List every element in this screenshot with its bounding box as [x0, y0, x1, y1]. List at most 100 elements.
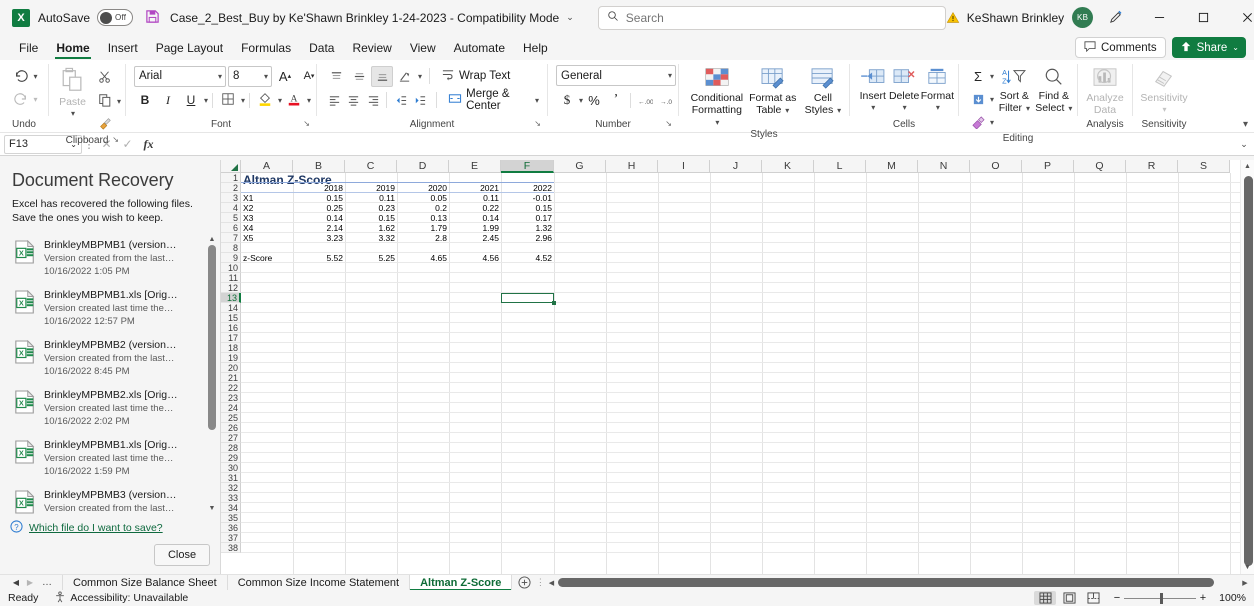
cell-e3[interactable]: 0.11: [449, 193, 501, 203]
undo-chevron-down-icon[interactable]: ▾: [33, 72, 37, 81]
cell-styles-button[interactable]: Cell Styles ▾: [801, 65, 845, 117]
clear-icon[interactable]: [967, 112, 989, 133]
recovery-scroll-thumb[interactable]: [208, 245, 216, 430]
zoom-knob[interactable]: [1160, 593, 1163, 604]
zoom-track[interactable]: [1124, 598, 1196, 599]
increase-decimal-icon[interactable]: ←.00: [634, 90, 656, 111]
cell-area[interactable]: Altman Z-Score20182019202020212022X10.15…: [241, 173, 1254, 574]
ribbon-tab-file[interactable]: File: [10, 38, 47, 60]
cell-e4[interactable]: 0.22: [449, 203, 501, 213]
font-name-combo[interactable]: Arial▾: [134, 66, 226, 87]
column-header-r[interactable]: R: [1126, 160, 1178, 173]
cell-b5[interactable]: 0.14: [293, 213, 345, 223]
cf-chevron-down-icon[interactable]: ▾: [715, 118, 719, 127]
cell-c4[interactable]: 0.23: [345, 203, 397, 213]
ribbon-tab-view[interactable]: View: [401, 38, 445, 60]
copy-button[interactable]: [94, 91, 116, 112]
font-dialog-launcher-icon[interactable]: ↘: [303, 119, 310, 128]
percent-icon[interactable]: %: [583, 90, 605, 111]
ribbon-tab-help[interactable]: Help: [514, 38, 557, 60]
row-header-21[interactable]: 21: [221, 373, 241, 383]
insert-cells-button[interactable]: Insert ▾: [858, 65, 888, 114]
font-color-chevron-down-icon[interactable]: ▾: [307, 96, 311, 105]
cell-a3[interactable]: X1: [241, 193, 293, 203]
find-chevron-down-icon[interactable]: ▾: [1068, 104, 1072, 113]
undo-icon[interactable]: [10, 66, 32, 87]
cell-a9[interactable]: z-Score: [241, 253, 293, 263]
cell-c6[interactable]: 1.62: [345, 223, 397, 233]
warning-icon[interactable]: [946, 11, 960, 24]
normal-view-icon[interactable]: [1034, 591, 1056, 605]
scroll-down-icon[interactable]: ▼: [1241, 561, 1254, 574]
recovery-file-item[interactable]: XBrinkleyMBPMB1.xls [Orig…Version create…: [0, 283, 206, 333]
clipboard-dialog-launcher-icon[interactable]: ↘: [112, 135, 119, 144]
select-all-icon[interactable]: [221, 160, 241, 173]
cell-c5[interactable]: 0.15: [345, 213, 397, 223]
insert-chevron-down-icon[interactable]: ▾: [871, 102, 875, 114]
help-icon[interactable]: ?: [10, 520, 23, 536]
ribbon-tab-automate[interactable]: Automate: [445, 38, 514, 60]
row-header-32[interactable]: 32: [221, 483, 241, 493]
share-button[interactable]: Share ⌄: [1172, 37, 1246, 58]
underline-button[interactable]: U: [180, 90, 202, 111]
sheet-nav-more-icon[interactable]: …: [38, 577, 57, 588]
font-color-button[interactable]: A: [283, 90, 305, 111]
cell-c9[interactable]: 5.25: [345, 253, 397, 263]
merge-chevron-down-icon[interactable]: ▾: [535, 96, 539, 105]
row-header-38[interactable]: 38: [221, 543, 241, 553]
column-header-l[interactable]: L: [814, 160, 866, 173]
scroll-up-icon[interactable]: ▲: [1241, 160, 1254, 173]
column-header-b[interactable]: B: [293, 160, 345, 173]
ribbon-tab-formulas[interactable]: Formulas: [232, 38, 300, 60]
sheet-tab-common-size-balance-sheet[interactable]: Common Size Balance Sheet: [62, 575, 227, 591]
row-header-30[interactable]: 30: [221, 463, 241, 473]
zoom-in-button[interactable]: +: [1196, 592, 1210, 604]
row-header-4[interactable]: 4: [221, 203, 241, 213]
comma-style-icon[interactable]: ’: [605, 90, 627, 111]
autosum-icon[interactable]: Σ: [967, 66, 989, 87]
maximize-button[interactable]: [1181, 1, 1225, 34]
recovery-file-item[interactable]: XBrinkleyMPBMB2 (version…Version created…: [0, 333, 206, 383]
selected-cell-f13[interactable]: [501, 293, 554, 303]
cell-b9[interactable]: 5.52: [293, 253, 345, 263]
currency-icon[interactable]: $: [556, 90, 578, 111]
fill-down-icon[interactable]: [967, 89, 989, 110]
row-header-36[interactable]: 36: [221, 523, 241, 533]
align-right-icon[interactable]: [364, 90, 382, 111]
increase-font-size-icon[interactable]: A▴: [274, 66, 296, 87]
row-header-31[interactable]: 31: [221, 473, 241, 483]
cell-d3[interactable]: 0.05: [397, 193, 449, 203]
cell-e5[interactable]: 0.14: [449, 213, 501, 223]
row-header-5[interactable]: 5: [221, 213, 241, 223]
collapse-ribbon-chevron-down-icon[interactable]: ▾: [1243, 119, 1248, 130]
ribbon-tab-page-layout[interactable]: Page Layout: [147, 38, 232, 60]
format-chevron-down-icon[interactable]: ▾: [936, 102, 940, 114]
conditional-formatting-button[interactable]: Conditional Formatting ▾: [689, 65, 745, 129]
recovery-file-item[interactable]: XBrinkleyMPBMB3 (version…Version created…: [0, 483, 206, 514]
format-as-table-button[interactable]: Format as Table ▾: [749, 65, 797, 117]
zoom-slider[interactable]: − +: [1110, 592, 1210, 604]
cell-b7[interactable]: 3.23: [293, 233, 345, 243]
cell-d4[interactable]: 0.2: [397, 203, 449, 213]
cell-f3[interactable]: -0.01: [501, 193, 554, 203]
cell-f4[interactable]: 0.15: [501, 203, 554, 213]
redo-icon[interactable]: [10, 89, 32, 110]
horizontal-scroll-track[interactable]: [558, 578, 1238, 587]
cell-f5[interactable]: 0.17: [501, 213, 554, 223]
ft-chevron-down-icon[interactable]: ▾: [785, 106, 789, 115]
row-header-11[interactable]: 11: [221, 273, 241, 283]
recovery-scroll-track[interactable]: [208, 245, 216, 502]
decrease-indent-icon[interactable]: [391, 90, 409, 111]
recovery-file-item[interactable]: XBrinkleyMPBMB2.xls [Orig…Version create…: [0, 383, 206, 433]
user-name[interactable]: KeShawn Brinkley: [967, 11, 1064, 25]
column-header-i[interactable]: I: [658, 160, 710, 173]
cell-b4[interactable]: 0.25: [293, 203, 345, 213]
copy-chevron-down-icon[interactable]: ▾: [117, 97, 121, 106]
search-box[interactable]: [598, 6, 946, 30]
column-header-g[interactable]: G: [554, 160, 606, 173]
column-header-q[interactable]: Q: [1074, 160, 1126, 173]
sheet-tab-splitter[interactable]: ⋮: [536, 577, 544, 588]
row-header-34[interactable]: 34: [221, 503, 241, 513]
row-header-26[interactable]: 26: [221, 423, 241, 433]
comments-button[interactable]: Comments: [1075, 37, 1166, 58]
